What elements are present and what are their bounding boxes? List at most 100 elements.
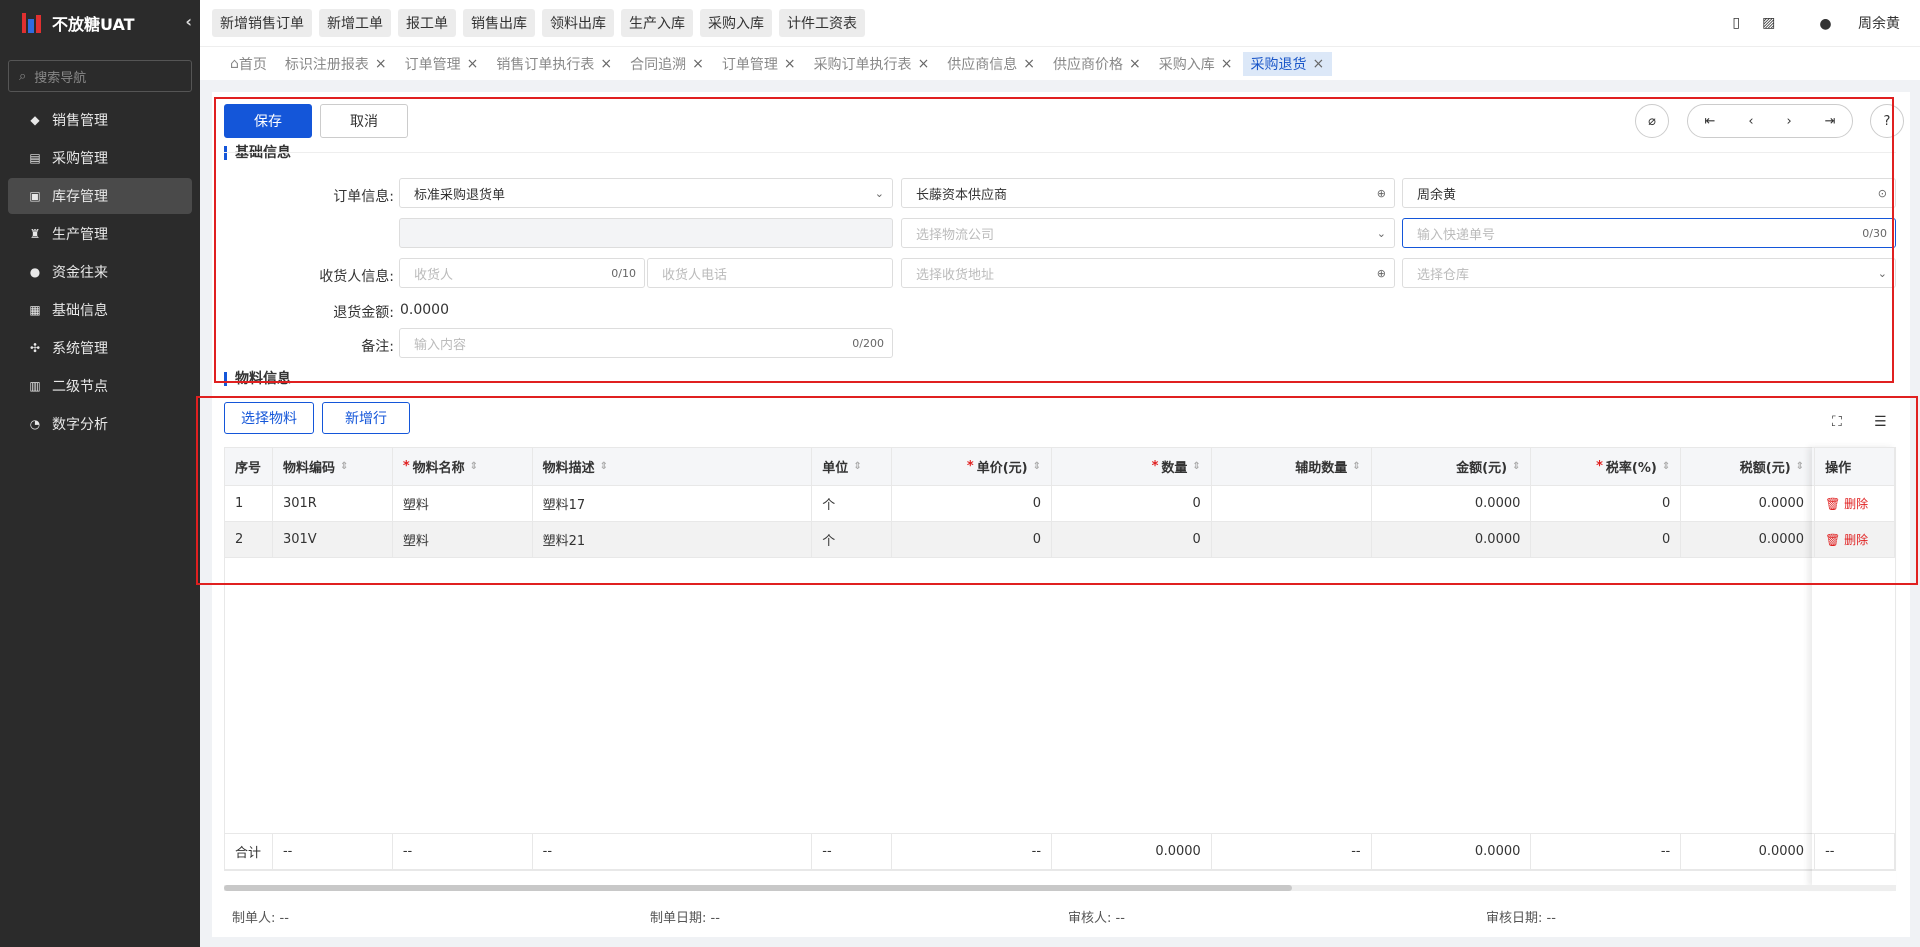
total-value: -- [822, 844, 832, 859]
tab-0[interactable]: ⌂ 首页 [222, 52, 275, 76]
tab-label: 标识注册报表 [284, 56, 369, 73]
auditor: 审核人: -- [1068, 911, 1125, 926]
tab-label: 订单管理 [404, 56, 461, 73]
sidebar-item-2[interactable]: ▣ 库存管理 [8, 178, 192, 214]
highlight-box-form [214, 97, 1894, 383]
user-icon: ● [1819, 16, 1832, 32]
app-title: 不放糖UAT [52, 15, 135, 34]
close-tab-icon[interactable]: × [375, 56, 387, 72]
sidebar-item-8[interactable]: ◔ 数字分析 [8, 406, 192, 442]
total-value: 0.0000 [1758, 844, 1805, 859]
nav-search-input[interactable]: ⌕ 搜索导航 [8, 60, 192, 92]
total-value: 0.0000 [1155, 844, 1201, 859]
total-value: -- [1351, 844, 1361, 859]
sidebar-item-4[interactable]: ● 资金往来 [8, 254, 192, 290]
sidebar-item-5[interactable]: ▦ 基础信息 [8, 292, 192, 328]
close-tab-icon[interactable]: × [1221, 56, 1233, 72]
tab-label: 采购订单执行表 [813, 56, 912, 73]
scrollbar-thumb[interactable] [224, 885, 1292, 891]
close-tab-icon[interactable]: × [1129, 56, 1141, 72]
total-code: -- [273, 834, 393, 869]
horizontal-scrollbar[interactable] [224, 885, 1896, 891]
tab-label: 首页 [238, 56, 267, 73]
tab-3[interactable]: 销售订单执行表 × [488, 52, 620, 76]
tab-8[interactable]: 供应商价格 × [1045, 52, 1149, 76]
quick-action-button[interactable]: 销售出库 [463, 9, 535, 37]
tag-icon: ◆ [30, 113, 40, 127]
quick-action-button[interactable]: 报工单 [398, 9, 456, 37]
factory-icon: ♜ [29, 227, 41, 241]
total-tax: 0.0000 [1681, 834, 1816, 869]
create-date: 制单日期: -- [650, 911, 720, 926]
tab-6[interactable]: 采购订单执行表 × [806, 52, 938, 76]
close-tab-icon[interactable]: × [600, 56, 612, 72]
tab-4[interactable]: 合同追溯 × [622, 52, 712, 76]
document-icon: ▥ [29, 379, 41, 393]
search-icon: ⌕ [19, 68, 27, 84]
nav-search-placeholder: 搜索导航 [34, 70, 87, 86]
sidebar-item-6[interactable]: ✣ 系统管理 [8, 330, 192, 366]
total-value: 0.0000 [1474, 844, 1521, 859]
sidebar-item-label: 数字分析 [52, 417, 108, 433]
sidebar-item-label: 销售管理 [52, 113, 108, 129]
collapse-sidebar-icon[interactable]: ‹ [185, 12, 192, 31]
close-tab-icon[interactable]: × [784, 56, 796, 72]
total-value: -- [542, 844, 553, 859]
sidebar-item-0[interactable]: ◆ 销售管理 [8, 102, 192, 138]
top-bar: 新增销售订单 新增工单 报工单 销售出库 领料出库 生产入库 采购入库 计件工资表 ▯ ▨ ●… [200, 0, 1920, 46]
total-price: -- [892, 834, 1053, 869]
total-value: -- [282, 844, 293, 859]
tab-label: 合同追溯 [630, 56, 687, 73]
tab-label: 销售订单执行表 [496, 56, 595, 73]
audit-date: 审核日期: -- [1486, 911, 1556, 926]
tab-10[interactable]: 采购退货 × [1242, 51, 1333, 76]
highlight-box-table [196, 396, 1918, 585]
quick-action-button[interactable]: 新增工单 [319, 9, 391, 37]
total-value: -- [1660, 844, 1671, 859]
money-icon: ● [29, 265, 41, 279]
tab-5[interactable]: 订单管理 × [714, 52, 804, 76]
sidebar-item-label: 二级节点 [52, 379, 108, 395]
close-tab-icon[interactable]: × [1023, 56, 1035, 72]
logo-icon [20, 11, 44, 35]
quick-action-button[interactable]: 领料出库 [542, 9, 614, 37]
quick-action-button[interactable]: 生产入库 [621, 9, 693, 37]
total-amount: 0.0000 [1372, 834, 1532, 869]
sidebar-item-3[interactable]: ♜ 生产管理 [8, 216, 192, 252]
sidebar-item-1[interactable]: ▤ 采购管理 [8, 140, 192, 176]
total-no: 合计 [225, 834, 273, 869]
creator: 制单人: -- [232, 911, 289, 926]
sidebar-item-label: 库存管理 [52, 189, 108, 205]
table-empty-area [225, 558, 1895, 834]
quick-action-button[interactable]: 新增销售订单 [212, 9, 312, 37]
tab-9[interactable]: 采购入库 × [1151, 52, 1241, 76]
tab-bar: ⌂ 首页 标识注册报表 × 订单管理 × 销售订单执行表 × 合同追溯 × 订单管理 × 采购订单执行… [200, 46, 1920, 80]
sidebar-item-7[interactable]: ▥ 二级节点 [8, 368, 192, 404]
quick-action-button[interactable]: 计件工资表 [779, 9, 865, 37]
tab-7[interactable]: 供应商信息 × [939, 52, 1043, 76]
close-tab-icon[interactable]: × [1313, 56, 1325, 72]
close-tab-icon[interactable]: × [467, 56, 479, 72]
settings-icon: ✣ [29, 341, 41, 355]
tab-2[interactable]: 订单管理 × [397, 52, 487, 76]
sidebar-item-label: 生产管理 [52, 227, 108, 243]
tab-1[interactable]: 标识注册报表 × [277, 52, 395, 76]
tab-label: 供应商价格 [1053, 56, 1124, 73]
mobile-icon[interactable]: ▯ [1732, 15, 1740, 31]
tab-label: 订单管理 [721, 56, 778, 73]
user-name: 周余黄 [1858, 16, 1900, 32]
total-name: -- [393, 834, 533, 869]
total-rate: -- [1531, 834, 1682, 869]
close-tab-icon[interactable]: × [918, 56, 930, 72]
tab-label: 采购退货 [1250, 56, 1307, 73]
warehouse-icon: ▣ [29, 189, 41, 203]
total-value: 合计 [235, 846, 262, 861]
sidebar: 不放糖UAT ‹ ⌕ 搜索导航 ◆ 销售管理 ▤ 采购管理 ▣ 库存管理 ♜ 生产管理 ● 资金往… [0, 0, 200, 947]
quick-action-button[interactable]: 采购入库 [700, 9, 772, 37]
tab-label: 采购入库 [1158, 56, 1215, 73]
total-qty: 0.0000 [1052, 834, 1212, 869]
image-icon[interactable]: ▨ [1762, 15, 1775, 31]
user-menu[interactable]: ● 周余黄 [1797, 13, 1900, 33]
close-tab-icon[interactable]: × [692, 56, 704, 72]
total-value: -- [1031, 844, 1042, 859]
